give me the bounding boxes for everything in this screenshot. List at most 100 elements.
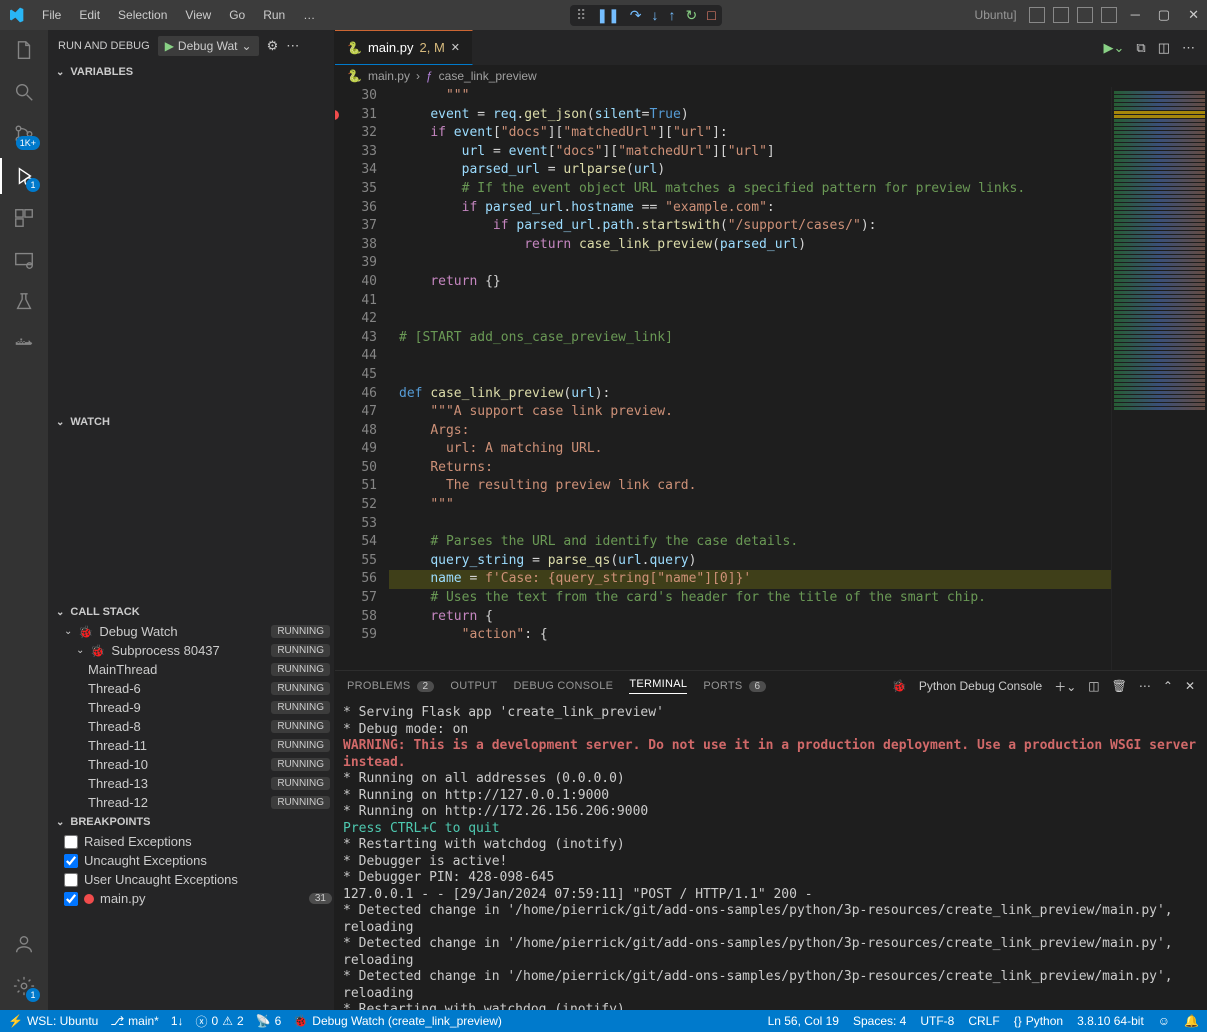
menu-item-[interactable]: …	[295, 4, 323, 26]
status-notifications-icon[interactable]: 🔔	[1184, 1014, 1199, 1028]
panel-tab-ports[interactable]: PORTS 6	[703, 680, 766, 692]
code-line[interactable]: "action": {	[389, 626, 1111, 645]
code-line[interactable]	[389, 292, 1111, 311]
mainpy-checkbox[interactable]	[64, 892, 78, 906]
line-number[interactable]: 41	[335, 292, 377, 311]
code-line[interactable]: url: A matching URL.	[389, 440, 1111, 459]
line-number[interactable]: 32	[335, 124, 377, 143]
code-line[interactable]: if parsed_url.path.startswith("/support/…	[389, 217, 1111, 236]
user-uncaught-checkbox[interactable]	[64, 873, 78, 887]
code-line[interactable]: def case_link_preview(url):	[389, 385, 1111, 404]
line-number[interactable]: 52	[335, 496, 377, 515]
line-number[interactable]: 53	[335, 515, 377, 534]
activity-docker-icon[interactable]	[12, 332, 36, 356]
line-number[interactable]: 44	[335, 347, 377, 366]
activity-extensions-icon[interactable]	[12, 206, 36, 230]
activity-source-control-icon[interactable]: 1K+	[12, 122, 36, 146]
code-line[interactable]	[389, 366, 1111, 385]
code-line[interactable]	[389, 254, 1111, 273]
menu-item-selection[interactable]: Selection	[110, 4, 175, 26]
code-line[interactable]: return {}	[389, 273, 1111, 292]
code-line[interactable]: """	[389, 87, 1111, 106]
more-terminal-actions-icon[interactable]: ⋯	[1139, 679, 1151, 693]
activity-testing-icon[interactable]	[12, 290, 36, 314]
run-file-icon[interactable]: ▶⌄	[1104, 40, 1125, 56]
code-line[interactable]: # Uses the text from the card's header f…	[389, 589, 1111, 608]
configure-debug-icon[interactable]: ⚙	[267, 38, 279, 54]
panel-tab-output[interactable]: OUTPUT	[450, 680, 497, 692]
status-ports[interactable]: 📡 6	[256, 1014, 282, 1028]
activity-explorer-icon[interactable]	[12, 38, 36, 62]
panel-tab-terminal[interactable]: TERMINAL	[629, 678, 687, 694]
menu-item-go[interactable]: Go	[221, 4, 253, 26]
minimize-button[interactable]: ─	[1131, 7, 1140, 23]
breakpoint-user-uncaught[interactable]: User Uncaught Exceptions	[48, 870, 334, 889]
code-line[interactable]: event = req.get_json(silent=True)	[389, 106, 1111, 125]
close-panel-icon[interactable]: ✕	[1185, 679, 1195, 693]
breadcrumb-symbol[interactable]: case_link_preview	[439, 69, 537, 83]
code-line[interactable]: url = event["docs"]["matchedUrl"]["url"]	[389, 143, 1111, 162]
line-number[interactable]: 50	[335, 459, 377, 478]
code-line[interactable]: # [START add_ons_case_preview_link]	[389, 329, 1111, 348]
status-python-version[interactable]: 3.8.10 64-bit	[1077, 1014, 1144, 1028]
line-number[interactable]: 58	[335, 608, 377, 627]
panel-tab-problems[interactable]: PROBLEMS 2	[347, 680, 434, 692]
line-number[interactable]: 33	[335, 143, 377, 162]
terminal-content[interactable]: * Serving Flask app 'create_link_preview…	[335, 701, 1207, 1010]
breakpoints-section-header[interactable]: ⌄ BREAKPOINTS	[48, 812, 334, 832]
debug-step-into-button[interactable]: ↓	[652, 7, 659, 23]
menu-item-file[interactable]: File	[34, 4, 69, 26]
line-number[interactable]: 57	[335, 589, 377, 608]
status-feedback-icon[interactable]: ☺	[1158, 1014, 1170, 1028]
line-number[interactable]: 31	[335, 106, 377, 125]
debug-config-selector[interactable]: ▶ Debug Wat ⌄	[158, 36, 259, 56]
code-editor[interactable]: 3031323334353637383940414243444546474849…	[335, 87, 1207, 670]
line-number[interactable]: 35	[335, 180, 377, 199]
debug-drag-icon[interactable]: ⠿	[576, 7, 586, 24]
status-problems[interactable]: ⓧ 0 ⚠ 2	[196, 1013, 244, 1030]
menu-item-view[interactable]: View	[177, 4, 219, 26]
line-number-gutter[interactable]: 3031323334353637383940414243444546474849…	[335, 87, 389, 670]
raised-checkbox[interactable]	[64, 835, 78, 849]
watch-section-header[interactable]: ⌄ WATCH	[48, 412, 334, 432]
activity-search-icon[interactable]	[12, 80, 36, 104]
code-line[interactable]	[389, 515, 1111, 534]
code-line[interactable]: query_string = parse_qs(url.query)	[389, 552, 1111, 571]
status-debug-session[interactable]: 🐞 Debug Watch (create_link_preview)	[293, 1014, 502, 1028]
line-number[interactable]: 46	[335, 385, 377, 404]
line-number[interactable]: 37	[335, 217, 377, 236]
code-line[interactable]: """A support case link preview.	[389, 403, 1111, 422]
customize-layout-icon[interactable]	[1101, 7, 1117, 23]
toggle-panel-left-icon[interactable]	[1029, 7, 1045, 23]
line-number[interactable]: 51	[335, 477, 377, 496]
code-line[interactable]: # Parses the URL and identify the case d…	[389, 533, 1111, 552]
status-language[interactable]: {} Python	[1014, 1014, 1063, 1028]
code-line[interactable]: Args:	[389, 422, 1111, 441]
debug-step-over-button[interactable]: ↷	[630, 7, 642, 24]
callstack-row[interactable]: MainThreadRUNNING	[48, 660, 334, 679]
close-window-button[interactable]: ✕	[1188, 7, 1199, 23]
callstack-row[interactable]: Thread-9RUNNING	[48, 698, 334, 717]
line-number[interactable]: 30	[335, 87, 377, 106]
activity-accounts-icon[interactable]	[12, 932, 36, 956]
code-line[interactable]: The resulting preview link card.	[389, 477, 1111, 496]
callstack-row[interactable]: Thread-12RUNNING	[48, 793, 334, 812]
callstack-section-header[interactable]: ⌄ CALL STACK	[48, 602, 334, 622]
toggle-panel-right-icon[interactable]	[1077, 7, 1093, 23]
more-actions-icon[interactable]: ⋯	[286, 38, 299, 54]
callstack-row[interactable]: Thread-6RUNNING	[48, 679, 334, 698]
code-line[interactable]: return {	[389, 608, 1111, 627]
maximize-panel-icon[interactable]: ⌃	[1163, 679, 1173, 693]
line-number[interactable]: 42	[335, 310, 377, 329]
line-number[interactable]: 36	[335, 199, 377, 218]
code-line[interactable]: return case_link_preview(parsed_url)	[389, 236, 1111, 255]
variables-section-header[interactable]: ⌄ VARIABLES	[48, 62, 334, 82]
status-sync[interactable]: 1↓	[171, 1014, 184, 1028]
code-line[interactable]	[389, 347, 1111, 366]
callstack-row[interactable]: Thread-13RUNNING	[48, 774, 334, 793]
code-line[interactable]: """	[389, 496, 1111, 515]
activity-settings-icon[interactable]: 1	[12, 974, 36, 998]
new-terminal-icon[interactable]: ＋⌄	[1054, 678, 1076, 695]
toggle-panel-bottom-icon[interactable]	[1053, 7, 1069, 23]
debug-stop-button[interactable]: □	[707, 7, 715, 23]
